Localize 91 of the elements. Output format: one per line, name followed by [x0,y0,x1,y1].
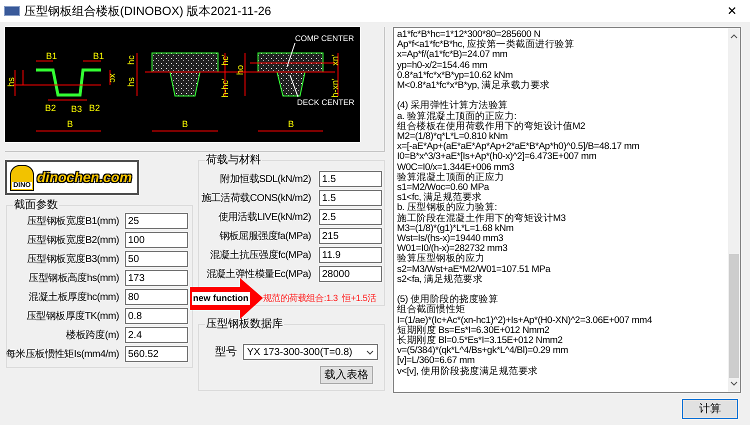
field-label: 每米压板惯性矩Is(mm4/m) [6,348,119,362]
field-label: 混凝土板厚度hc(mm) [28,290,119,304]
output-line: x=[-aE*Ap+(aE*aE*Ap*Ap+2*aE*B*Ap*h0)^0.5]/B=48.17 mm [397,142,640,152]
close-button[interactable]: ✕ [718,0,746,22]
group-title: 压型钢板数据库 [205,317,284,331]
output-line: x=Ap*f/(a1*fc*B)=24.07 mm [397,50,508,61]
model-dropdown[interactable]: YX 173-300-300(T=0.8) [243,344,378,360]
dimension-label: hc' [220,54,230,66]
output-line: M2=(1/8)*q*L*L=0.810 kNm [397,132,508,142]
dimension-label: B2 [89,103,100,113]
dimension-label: B1 [93,51,104,61]
output-line: 验算混凝土顶面的正应力 [397,172,506,183]
output-line: 验算压型钢板的应力 [397,254,486,265]
output-line: 组合楼板在使用荷载作用下的弯矩设计值M2 [397,122,586,132]
input-field[interactable]: 28000 [319,266,382,282]
output-line: b. 压型钢板的应力验算: [397,203,498,214]
dimension-label: B3 [71,104,82,114]
output-line: s2<fa, 满足规范要求 [397,274,484,286]
group-title: 截面参数 [13,198,59,212]
field-label: 压型钢板厚度TK(mm) [26,310,119,324]
input-field[interactable]: 215 [319,228,382,244]
output-line: I0=B*x^3/3+aE*[Is+Ap*(h0-x)^2]=6.473E+007 mm [397,152,598,163]
input-field[interactable]: 100 [125,232,188,248]
input-field[interactable]: 1.5 [319,190,382,206]
group-title: 荷载与材料 [205,153,262,167]
dimension-label: hs [126,77,136,87]
field-label: 楼板跨度(m) [66,328,119,342]
field-label: 混凝土抗压强度fc(MPa) [210,248,311,262]
input-field[interactable]: 2.4 [125,327,188,343]
input-field[interactable]: 173 [125,270,188,286]
output-line: v=(5/384)*(qk*L^4/Bs+gk*L^4/Bl)=0.29 mm [397,346,570,356]
dimension-label: B1 [46,51,58,61]
output-line: a. 验算混凝土顶面的正应力: [397,112,516,122]
dimension-label: B [182,119,188,129]
input-field[interactable]: 560.52 [125,346,188,362]
output-line: M3=(1/8)*(g1)*L*L=1.68 kNm [397,224,515,234]
output-line: Wst=Is/(hs-x)=19440 mm3 [397,234,504,244]
output-line: M<0.8*a1*fc*x*B*yp, 满足承载力要求 [397,81,551,92]
output-line: Ap*f<a1*fc*B*hc, 应按第一类截面进行验算 [397,40,576,50]
dimension-label: DECK CENTER [297,98,354,107]
field-label: 混凝土弹性模量Ec(MPa) [206,268,311,282]
output-line: W01=I0/(h-x)=282732 mm3 [397,244,508,254]
output-line: 组合截面惯性矩 [397,305,466,316]
logo-text: dinochen.com [37,168,132,187]
output-line: yp=h0-x/2=154.46 mm [397,60,488,71]
field-label: 压型钢板宽度B2(mm) [27,234,119,248]
input-field[interactable]: 50 [125,251,188,267]
dimension-label: B [67,119,74,129]
dimension-label: COMP CENTER [295,34,354,43]
output-line: 施工阶段在混凝土作用下的弯矩设计M3 [397,214,567,224]
output-line: W0C=I0/x=1.344E+006 mm3 [397,162,516,173]
load-table-button[interactable]: 载入表格 [320,366,373,384]
field-label: 附加恒载SDL(kN/m2) [220,172,311,186]
input-field[interactable]: 25 [125,213,188,229]
dimension-label: ho [235,65,245,75]
dimension-label: B2 [45,103,56,113]
load-combination-note: 规范的荷载组合:1.3 恒+1.5活 [263,292,376,305]
field-label: 施工活荷载CONS(kN/m2) [201,192,311,206]
input-field[interactable]: 11.9 [319,247,382,263]
output-line: s2=M3/Wst+aE*M2/W01=107.51 MPa [397,264,552,275]
input-field[interactable]: 1.5 [319,171,382,187]
output-line: 短期刚度 Bs=Es*I=6.30E+012 Nmm2 [397,326,550,336]
annotation-label: new function [192,292,250,305]
field-label: 钢板屈服强度fa(MPa) [219,230,311,244]
output-line: a1*fc*B*hc=1*12*300*80=285600 N [397,30,540,40]
calculate-button[interactable]: 计算 [682,399,738,419]
dimension-label: xn' [330,54,340,66]
field-label: 使用活载LIVE(kN/m2) [218,210,311,224]
input-field[interactable]: 80 [125,289,188,305]
output-line: (5) 使用阶段的挠度验算 [397,295,499,306]
output-line: s1=M2/Woc=0.60 MPa [397,183,490,194]
dimension-label: h-hc' [220,78,230,98]
field-label: 压型钢板宽度B3(mm) [27,252,119,266]
field-label: 型号 [215,345,237,360]
output-line: (4) 采用弹性计算方法验算 [397,101,508,112]
output-line: s1<fc, 满足规范要求 [397,193,482,204]
output-line: 0.8*a1*fc*x*B*yp=10.62 kNm [397,70,513,81]
dimension-label: h-xn' [330,78,340,98]
window-title: 压型钢板组合楼板(DINOBOX) 版本2021-11-26 [24,3,272,20]
input-field[interactable]: 0.8 [125,308,188,324]
dimension-label: hc [126,55,136,65]
output-line: 长期刚度 Bl=0.5*Es*I=3.15E+012 Nmm2 [397,336,564,346]
output-line: v<[v], 使用阶段挠度满足规范要求 [397,366,539,377]
field-label: 压型钢板宽度B1(mm) [27,214,119,228]
dimension-label: xc [108,74,118,82]
dimension-label: B [288,119,294,129]
output-line: [v]=L/360=6.67 mm [397,356,475,366]
dimension-label: hs [6,77,16,87]
input-field[interactable]: 2.5 [319,209,382,225]
field-label: 压型钢板高度hs(mm) [28,272,119,286]
output-line: I=(1/ae)*(Ic+Ac*(xn-hc1)^2)+Is+Ap*(H0-XN)^2=3.06E+007 mm4 [397,316,653,326]
